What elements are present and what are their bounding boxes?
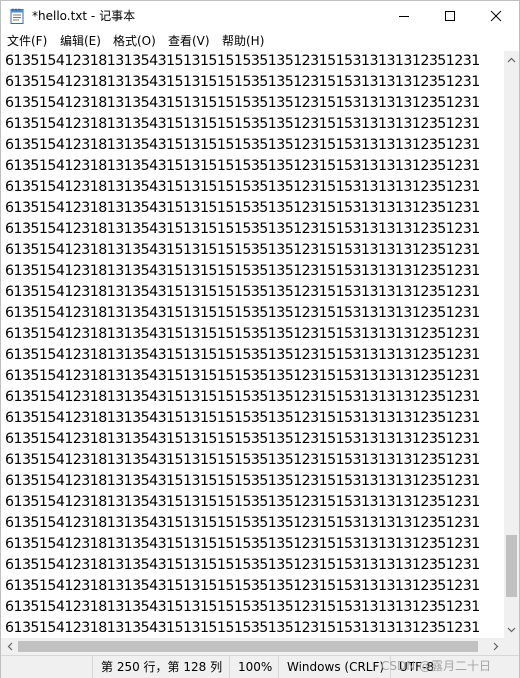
text-line: 6135154123181313543151315151535135123151…: [5, 494, 480, 510]
text-line: 6135154123181313543151315151535135123151…: [5, 53, 480, 69]
window-title: *hello.txt - 记事本: [32, 9, 136, 23]
menu-edit[interactable]: 编辑(E): [60, 33, 101, 49]
menu-help[interactable]: 帮助(H): [222, 33, 264, 49]
text-line: 6135154123181313543151315151535135123151…: [5, 74, 480, 90]
scroll-right-button[interactable]: [487, 638, 504, 655]
maximize-button[interactable]: [427, 1, 473, 31]
scroll-down-button[interactable]: [504, 621, 519, 638]
text-line: 6135154123181313543151315151535135123151…: [5, 179, 480, 195]
text-line: 6135154123181313543151315151535135123151…: [5, 452, 480, 468]
horizontal-scrollbar[interactable]: [1, 638, 504, 655]
text-line: 6135154123181313543151315151535135123151…: [5, 242, 480, 258]
text-line: 6135154123181313543151315151535135123151…: [5, 620, 480, 636]
text-line: 6135154123181313543151315151535135123151…: [5, 326, 480, 342]
text-line: 6135154123181313543151315151535135123151…: [5, 578, 480, 594]
text-line: 6135154123181313543151315151535135123151…: [5, 284, 480, 300]
vertical-scrollbar[interactable]: [504, 51, 519, 638]
text-line: 6135154123181313543151315151535135123151…: [5, 200, 480, 216]
watermark: CSDN @露月二十日: [381, 659, 492, 673]
text-line: 6135154123181313543151315151535135123151…: [5, 389, 480, 405]
minimize-icon: [399, 16, 409, 17]
line-ending: Windows (CRLF): [278, 656, 384, 678]
text-line: 6135154123181313543151315151535135123151…: [5, 599, 480, 615]
chevron-left-icon: [7, 642, 12, 651]
text-line: 6135154123181313543151315151535135123151…: [5, 137, 480, 153]
scroll-up-button[interactable]: [504, 51, 519, 68]
text-line: 6135154123181313543151315151535135123151…: [5, 305, 480, 321]
title-bar[interactable]: *hello.txt - 记事本: [1, 1, 519, 31]
horizontal-scroll-thumb[interactable]: [18, 641, 478, 652]
menu-file[interactable]: 文件(F): [7, 33, 47, 49]
text-line: 6135154123181313543151315151535135123151…: [5, 347, 480, 363]
text-line: 6135154123181313543151315151535135123151…: [5, 557, 480, 573]
text-line: 6135154123181313543151315151535135123151…: [5, 431, 480, 447]
cursor-position: 第 250 行，第 128 列: [92, 656, 222, 678]
text-line: 6135154123181313543151315151535135123151…: [5, 95, 480, 111]
notepad-window: *hello.txt - 记事本 文件(F) 编辑(E) 格式(O) 查看(V)…: [0, 0, 520, 678]
minimize-button[interactable]: [381, 1, 427, 31]
vertical-scroll-thumb[interactable]: [506, 535, 517, 597]
chevron-up-icon: [507, 57, 516, 62]
text-line: 6135154123181313543151315151535135123151…: [5, 116, 480, 132]
text-line: 6135154123181313543151315151535135123151…: [5, 515, 480, 531]
text-editor[interactable]: 6135154123181313543151315151535135123151…: [1, 51, 504, 638]
chevron-down-icon: [507, 627, 516, 632]
close-button[interactable]: [473, 1, 519, 31]
text-line: 6135154123181313543151315151535135123151…: [5, 410, 480, 426]
text-line: 6135154123181313543151315151535135123151…: [5, 221, 480, 237]
text-line: 6135154123181313543151315151535135123151…: [5, 368, 480, 384]
close-icon: [490, 10, 502, 22]
text-line: 6135154123181313543151315151535135123151…: [5, 263, 480, 279]
menu-bar: 文件(F) 编辑(E) 格式(O) 查看(V) 帮助(H): [1, 31, 519, 51]
zoom-level: 100%: [229, 656, 272, 678]
notepad-icon: [10, 8, 24, 24]
text-line: 6135154123181313543151315151535135123151…: [5, 158, 480, 174]
menu-format[interactable]: 格式(O): [113, 33, 156, 49]
text-line: 6135154123181313543151315151535135123151…: [5, 473, 480, 489]
scroll-left-button[interactable]: [1, 638, 18, 655]
text-line: 6135154123181313543151315151535135123151…: [5, 536, 480, 552]
chevron-right-icon: [493, 642, 498, 651]
scrollbar-corner: [504, 638, 519, 655]
maximize-icon: [445, 11, 455, 21]
menu-view[interactable]: 查看(V): [168, 33, 210, 49]
